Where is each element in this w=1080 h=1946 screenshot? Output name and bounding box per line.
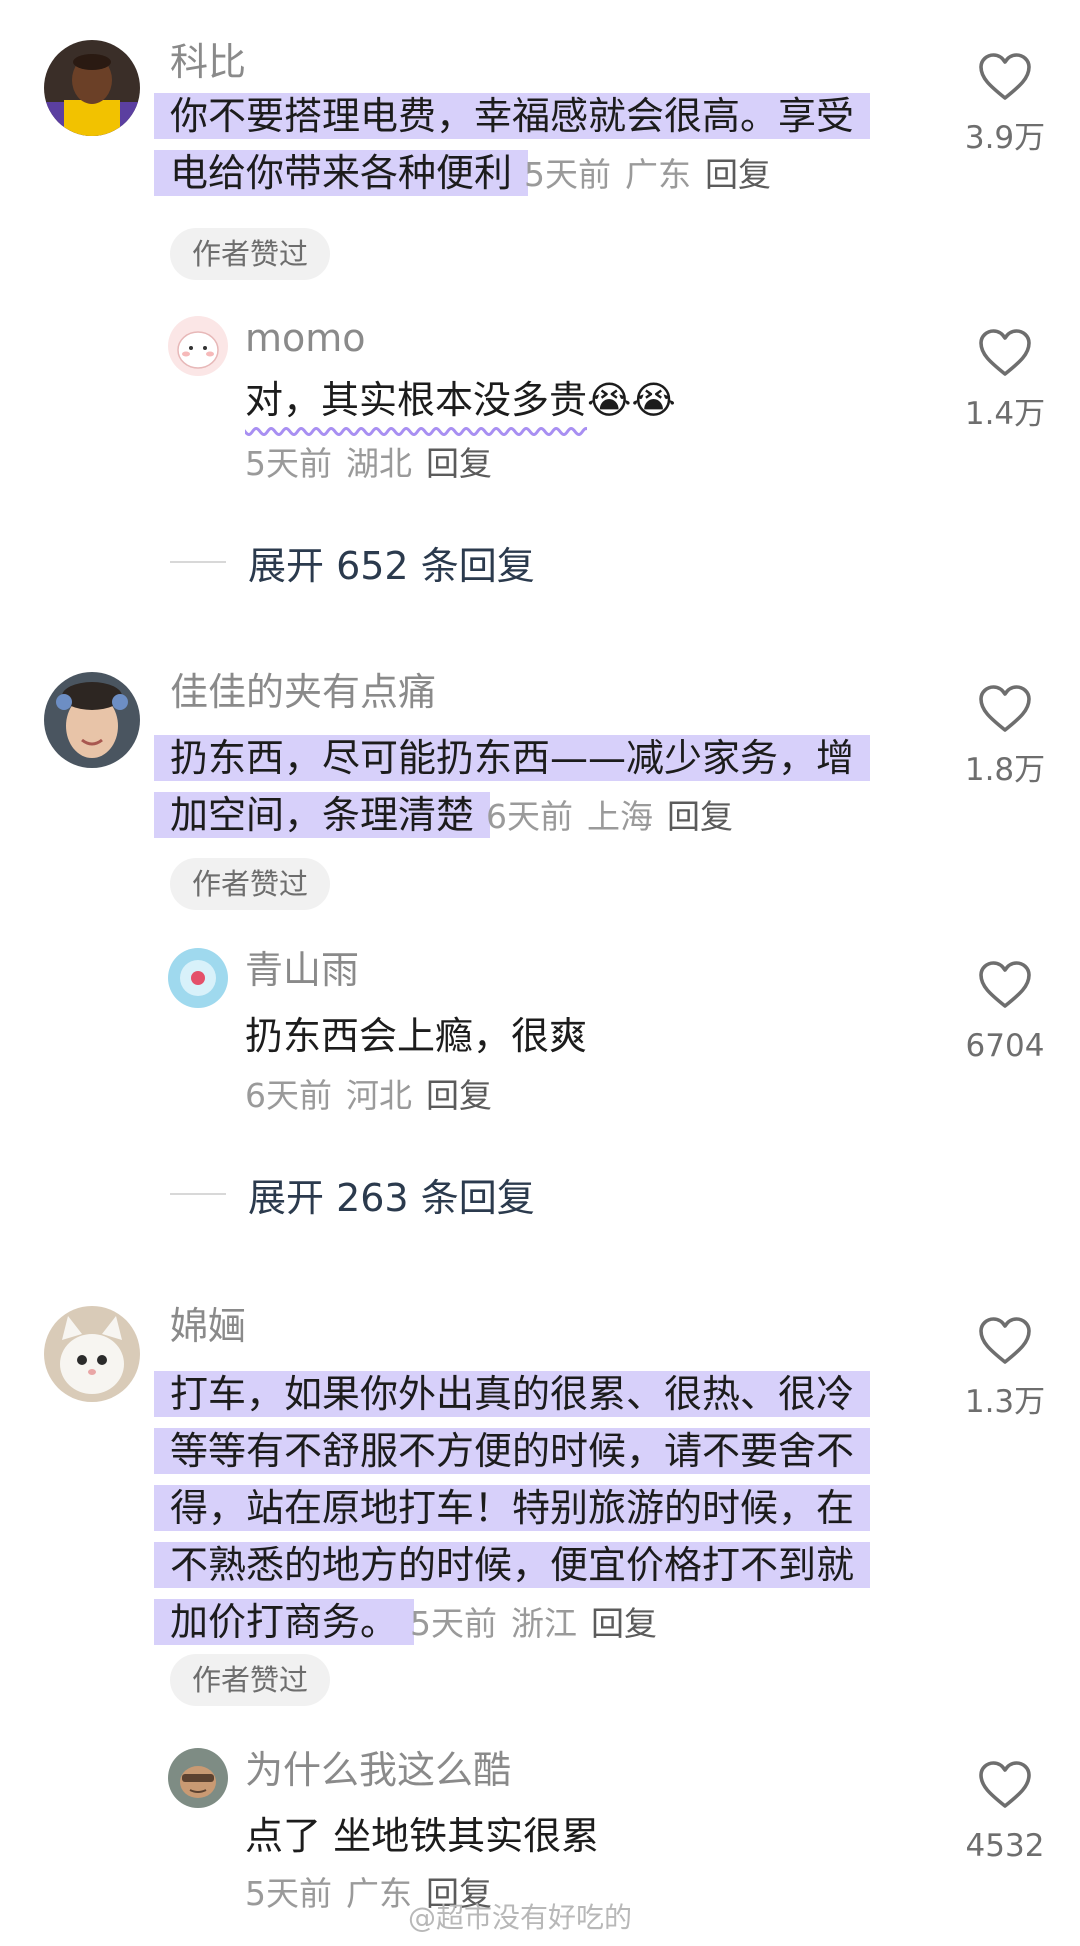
avatar[interactable] bbox=[44, 40, 140, 136]
heart-icon bbox=[979, 961, 1031, 1008]
heart-icon bbox=[979, 685, 1031, 732]
expand-replies-button[interactable]: 展开 263 条回复 bbox=[170, 1172, 535, 1220]
reply-text: 扔东西会上瘾，很爽 bbox=[245, 1008, 965, 1065]
expand-replies-label: 展开 652 条回复 bbox=[248, 543, 535, 588]
comment-location: 上海 bbox=[587, 797, 654, 836]
like-count: 1.3万 bbox=[964, 1384, 1046, 1420]
reply-button[interactable]: 回复 bbox=[426, 444, 492, 483]
reply-time: 6天前 bbox=[245, 1076, 332, 1115]
username[interactable]: 青山雨 bbox=[245, 948, 359, 992]
like-count: 3.9万 bbox=[964, 120, 1046, 156]
like-button[interactable]: 6704 bbox=[950, 960, 1060, 1064]
reply-button[interactable]: 回复 bbox=[591, 1604, 657, 1643]
username[interactable]: 为什么我这么酷 bbox=[245, 1748, 511, 1792]
comment-location: 浙江 bbox=[511, 1604, 578, 1643]
comment-text: 你不要搭理电费，幸福感就会很高。享受电给你带来各种便利 5天前 广东 回复 bbox=[170, 88, 890, 203]
avatar[interactable] bbox=[168, 948, 228, 1008]
user-avatar-image bbox=[44, 672, 140, 768]
heart-icon bbox=[979, 1761, 1031, 1808]
reply-text-content: 点了 坐地铁其实很累 bbox=[245, 1814, 600, 1858]
comment-text: 扔东西，尽可能扔东西——减少家务，增加空间，条理清楚 6天前 上海 回复 bbox=[170, 730, 890, 845]
author-liked-badge: 作者赞过 bbox=[170, 1654, 331, 1706]
watermark: @超市没有好吃的 bbox=[408, 1901, 633, 1934]
avatar[interactable] bbox=[44, 1306, 140, 1402]
comment-location: 广东 bbox=[625, 155, 692, 194]
reply-button[interactable]: 回复 bbox=[705, 155, 771, 194]
like-button[interactable]: 3.9万 bbox=[950, 52, 1060, 156]
like-button[interactable]: 1.8万 bbox=[950, 684, 1060, 788]
like-count: 1.4万 bbox=[964, 396, 1046, 432]
heart-icon bbox=[979, 1317, 1031, 1364]
username[interactable]: momo bbox=[245, 316, 366, 360]
avatar[interactable] bbox=[168, 316, 228, 376]
reply-text: 点了 坐地铁其实很累 bbox=[245, 1808, 965, 1865]
comment-meta: 6天前 上海 回复 bbox=[486, 797, 733, 836]
reply-meta: 6天前 河北 回复 bbox=[245, 1074, 492, 1118]
divider-dash bbox=[170, 1193, 226, 1195]
author-liked-badge: 作者赞过 bbox=[170, 858, 331, 910]
expand-replies-label: 展开 263 条回复 bbox=[248, 1175, 535, 1220]
comment-time: 6天前 bbox=[486, 797, 574, 836]
comment-time: 5天前 bbox=[524, 155, 612, 194]
like-count: 1.8万 bbox=[964, 752, 1046, 788]
comment-time: 5天前 bbox=[410, 1604, 498, 1643]
username[interactable]: 科比 bbox=[170, 40, 246, 84]
heart-icon bbox=[979, 329, 1031, 376]
author-liked-badge: 作者赞过 bbox=[170, 228, 331, 280]
user-avatar-image bbox=[168, 316, 228, 376]
reply-location: 河北 bbox=[346, 1076, 412, 1115]
reply-location: 广东 bbox=[346, 1874, 412, 1913]
reply-button[interactable]: 回复 bbox=[667, 797, 733, 836]
comment-text: 打车，如果你外出真的很累、很热、很冷等等有不舒服不方便的时候，请不要舍不得，站在… bbox=[170, 1366, 890, 1652]
like-count: 6704 bbox=[965, 1028, 1045, 1064]
username[interactable]: 佳佳的夹有点痛 bbox=[170, 670, 436, 714]
divider-dash bbox=[170, 561, 226, 563]
user-avatar-image bbox=[168, 948, 228, 1008]
avatar[interactable] bbox=[44, 672, 140, 768]
comment-meta: 5天前 浙江 回复 bbox=[410, 1604, 657, 1643]
comment-meta: 5天前 广东 回复 bbox=[524, 155, 771, 194]
crying-emoji-icon: 😭😭 bbox=[587, 378, 676, 422]
like-button[interactable]: 1.3万 bbox=[950, 1316, 1060, 1420]
reply-text-content: 对，其实根本没多贵 bbox=[245, 378, 588, 422]
expand-replies-button[interactable]: 展开 652 条回复 bbox=[170, 540, 535, 588]
user-avatar-image bbox=[168, 1748, 228, 1808]
like-count: 4532 bbox=[965, 1828, 1045, 1864]
reply-meta: 5天前 湖北 回复 bbox=[245, 442, 492, 486]
reply-location: 湖北 bbox=[346, 444, 412, 483]
user-avatar-image bbox=[44, 40, 140, 136]
like-button[interactable]: 1.4万 bbox=[950, 328, 1060, 432]
user-avatar-image bbox=[44, 1306, 140, 1402]
reply-text-content: 扔东西会上瘾，很爽 bbox=[245, 1014, 588, 1058]
like-button[interactable]: 4532 bbox=[950, 1760, 1060, 1864]
avatar[interactable] bbox=[168, 1748, 228, 1808]
reply-time: 5天前 bbox=[245, 1874, 332, 1913]
reply-text: 对，其实根本没多贵😭😭 bbox=[245, 372, 965, 429]
reply-button[interactable]: 回复 bbox=[426, 1076, 492, 1115]
username[interactable]: 婂婳 bbox=[170, 1304, 246, 1348]
heart-icon bbox=[979, 53, 1031, 100]
reply-time: 5天前 bbox=[245, 444, 332, 483]
